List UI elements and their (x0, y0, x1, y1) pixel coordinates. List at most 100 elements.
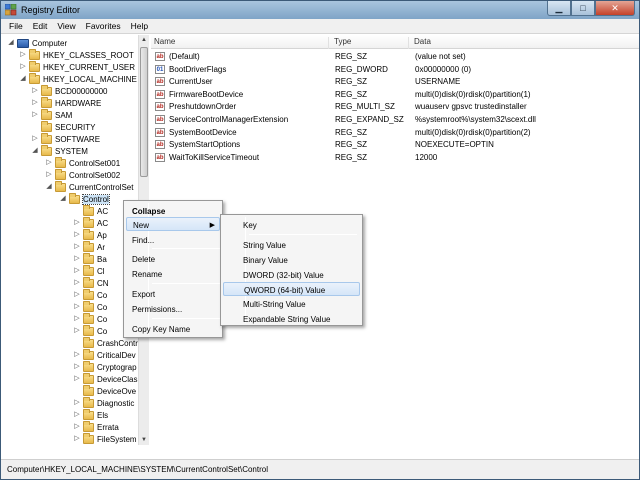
menu-help[interactable]: Help (126, 19, 153, 33)
menu-view[interactable]: View (52, 19, 80, 33)
tree-item[interactable]: ▷ Co (73, 300, 107, 313)
value-row[interactable]: ab SystemStartOptions REG_SZ NOEXECUTE=OPT… (151, 139, 639, 151)
expand-arrow-icon[interactable]: ▷ (73, 423, 81, 431)
scroll-up-icon[interactable]: ▲ (139, 35, 149, 45)
new-submenu-item[interactable]: Key (223, 218, 360, 232)
tree-item[interactable]: ▷ ControlSet002 (45, 168, 120, 181)
collapse-arrow-icon[interactable]: ◢ (59, 195, 67, 203)
expand-arrow-icon[interactable]: ▷ (19, 51, 27, 59)
scroll-thumb[interactable] (140, 47, 148, 177)
context-menu-item[interactable]: Copy Key Name (126, 322, 220, 336)
expand-arrow-icon[interactable]: ▷ (73, 255, 81, 263)
new-submenu-item[interactable]: Expandable String Value (223, 312, 360, 326)
tree-item[interactable]: ▷ Ap (73, 228, 107, 241)
expand-arrow-icon[interactable]: ▷ (73, 363, 81, 371)
expand-arrow-icon[interactable]: ▷ (73, 315, 81, 323)
tree-item[interactable]: ▷ SAM (31, 108, 72, 121)
context-menu-item[interactable]: Find... (126, 233, 220, 247)
menu-edit[interactable]: Edit (28, 19, 53, 33)
tree-item[interactable]: ▷ CriticalDev (73, 348, 136, 361)
tree-item[interactable]: ▷ FileSystem (73, 432, 137, 445)
tree-item[interactable]: ▷ Cl (73, 264, 105, 277)
expand-arrow-icon[interactable]: ▷ (45, 171, 53, 179)
tree-item[interactable]: ▷ SOFTWARE (31, 132, 100, 145)
context-menu-item[interactable]: Rename (126, 267, 220, 281)
close-button[interactable]: ✕ (595, 1, 635, 16)
collapse-arrow-icon[interactable]: ◢ (19, 75, 27, 83)
expand-arrow-icon[interactable]: ▷ (73, 375, 81, 383)
tree-item[interactable]: ▷ Co (73, 288, 107, 301)
new-submenu-item[interactable]: Binary Value (223, 253, 360, 267)
expand-arrow-icon[interactable]: ▷ (31, 87, 39, 95)
value-row[interactable]: 01 BootDriverFlags REG_DWORD 0x00000000 (0) (151, 64, 639, 76)
value-row[interactable]: ab ServiceControlManagerExtension REG_EXPA… (151, 114, 639, 126)
collapse-arrow-icon[interactable]: ◢ (31, 147, 39, 155)
collapse-arrow-icon[interactable]: ◢ (45, 183, 53, 191)
expand-arrow-icon[interactable]: ▷ (73, 303, 81, 311)
tree-item[interactable]: ▷ Diagnostic (73, 396, 134, 409)
maximize-button[interactable]: □ (571, 1, 595, 16)
tree-item[interactable]: ▷ HKEY_CURRENT_USER (19, 60, 135, 73)
tree-item[interactable]: ▷ CN (73, 276, 109, 289)
new-submenu-item[interactable]: QWORD (64-bit) Value (223, 282, 360, 296)
new-submenu-item[interactable]: String Value (223, 238, 360, 252)
menu-file[interactable]: File (4, 19, 28, 33)
title-bar[interactable]: Registry Editor ▁ □ ✕ (1, 1, 639, 19)
tree-item[interactable]: ▷ Co (73, 324, 107, 337)
tree-item[interactable]: ◢ Control (59, 192, 110, 205)
expand-arrow-icon[interactable]: ▷ (73, 327, 81, 335)
tree-item[interactable]: ▷ AC (73, 216, 108, 229)
tree-item[interactable]: ▷ HKEY_CLASSES_ROOT (19, 48, 134, 61)
value-row[interactable]: ab FirmwareBootDevice REG_SZ multi(0)disk(0… (151, 89, 639, 101)
menu-favorites[interactable]: Favorites (81, 19, 126, 33)
context-menu-item[interactable]: Delete (126, 252, 220, 266)
tree-item[interactable]: ▷ HARDWARE (31, 96, 101, 109)
new-submenu-item[interactable]: Multi-String Value (223, 297, 360, 311)
tree-item[interactable]: ◢ CurrentControlSet (45, 180, 133, 193)
tree-item[interactable]: ▷ Ar (73, 240, 105, 253)
value-row[interactable]: ab CurrentUser REG_SZ USERNAME (151, 76, 639, 88)
expand-arrow-icon[interactable]: ▷ (73, 231, 81, 239)
tree-item[interactable]: ▷ Els (73, 408, 108, 421)
tree-item[interactable]: ▷ DeviceClas (73, 372, 137, 385)
expand-arrow-icon[interactable]: ▷ (45, 159, 53, 167)
expand-arrow-icon[interactable]: ▷ (73, 351, 81, 359)
expand-arrow-icon[interactable]: ▷ (73, 243, 81, 251)
expand-arrow-icon[interactable]: ▷ (73, 435, 81, 443)
tree-item[interactable]: ▷ Errata (73, 420, 119, 433)
column-header-type[interactable]: Type (331, 37, 409, 49)
expand-arrow-icon[interactable]: ▷ (73, 219, 81, 227)
tree-item[interactable]: SECURITY (31, 120, 95, 133)
expand-arrow-icon[interactable]: ▷ (73, 279, 81, 287)
tree-item[interactable]: DeviceOve (73, 384, 136, 397)
value-row[interactable]: ab (Default) REG_SZ (value not set) (151, 51, 639, 63)
expand-arrow-icon[interactable]: ▷ (19, 63, 27, 71)
collapse-arrow-icon[interactable]: ◢ (7, 39, 15, 47)
tree-item[interactable]: ▷ Cryptograp (73, 360, 137, 373)
context-menu-item[interactable]: Collapse (126, 204, 220, 218)
tree-item[interactable]: ▷ BCD00000000 (31, 84, 107, 97)
expand-arrow-icon[interactable]: ▷ (73, 267, 81, 275)
expand-arrow-icon[interactable]: ▷ (31, 135, 39, 143)
tree-item[interactable]: ◢ HKEY_LOCAL_MACHINE (19, 72, 137, 85)
expand-arrow-icon[interactable]: ▷ (73, 411, 81, 419)
value-row[interactable]: ab PreshutdownOrder REG_MULTI_SZ wuauserv g… (151, 101, 639, 113)
expand-arrow-icon[interactable]: ▷ (31, 111, 39, 119)
context-menu-item[interactable]: Export (126, 287, 220, 301)
column-header-data[interactable]: Data (411, 37, 639, 49)
tree-item[interactable]: ◢ Computer (7, 37, 67, 49)
value-row[interactable]: ab WaitToKillServiceTimeout REG_SZ 12000 (151, 152, 639, 164)
tree-item[interactable]: ▷ Ba (73, 252, 107, 265)
expand-arrow-icon[interactable]: ▷ (73, 399, 81, 407)
context-menu-item[interactable]: Permissions... (126, 302, 220, 316)
value-row[interactable]: ab SystemBootDevice REG_SZ multi(0)disk(0)r… (151, 127, 639, 139)
tree-item[interactable]: CrashContr (73, 336, 138, 349)
tree-item[interactable]: ▷ ControlSet001 (45, 156, 120, 169)
scroll-down-icon[interactable]: ▼ (139, 435, 149, 445)
expand-arrow-icon[interactable]: ▷ (73, 291, 81, 299)
tree-item[interactable]: ▷ Co (73, 312, 107, 325)
tree-item[interactable]: AC (73, 204, 108, 217)
column-header-name[interactable]: Name (151, 37, 329, 49)
new-submenu-item[interactable]: DWORD (32-bit) Value (223, 268, 360, 282)
minimize-button[interactable]: ▁ (547, 1, 571, 16)
